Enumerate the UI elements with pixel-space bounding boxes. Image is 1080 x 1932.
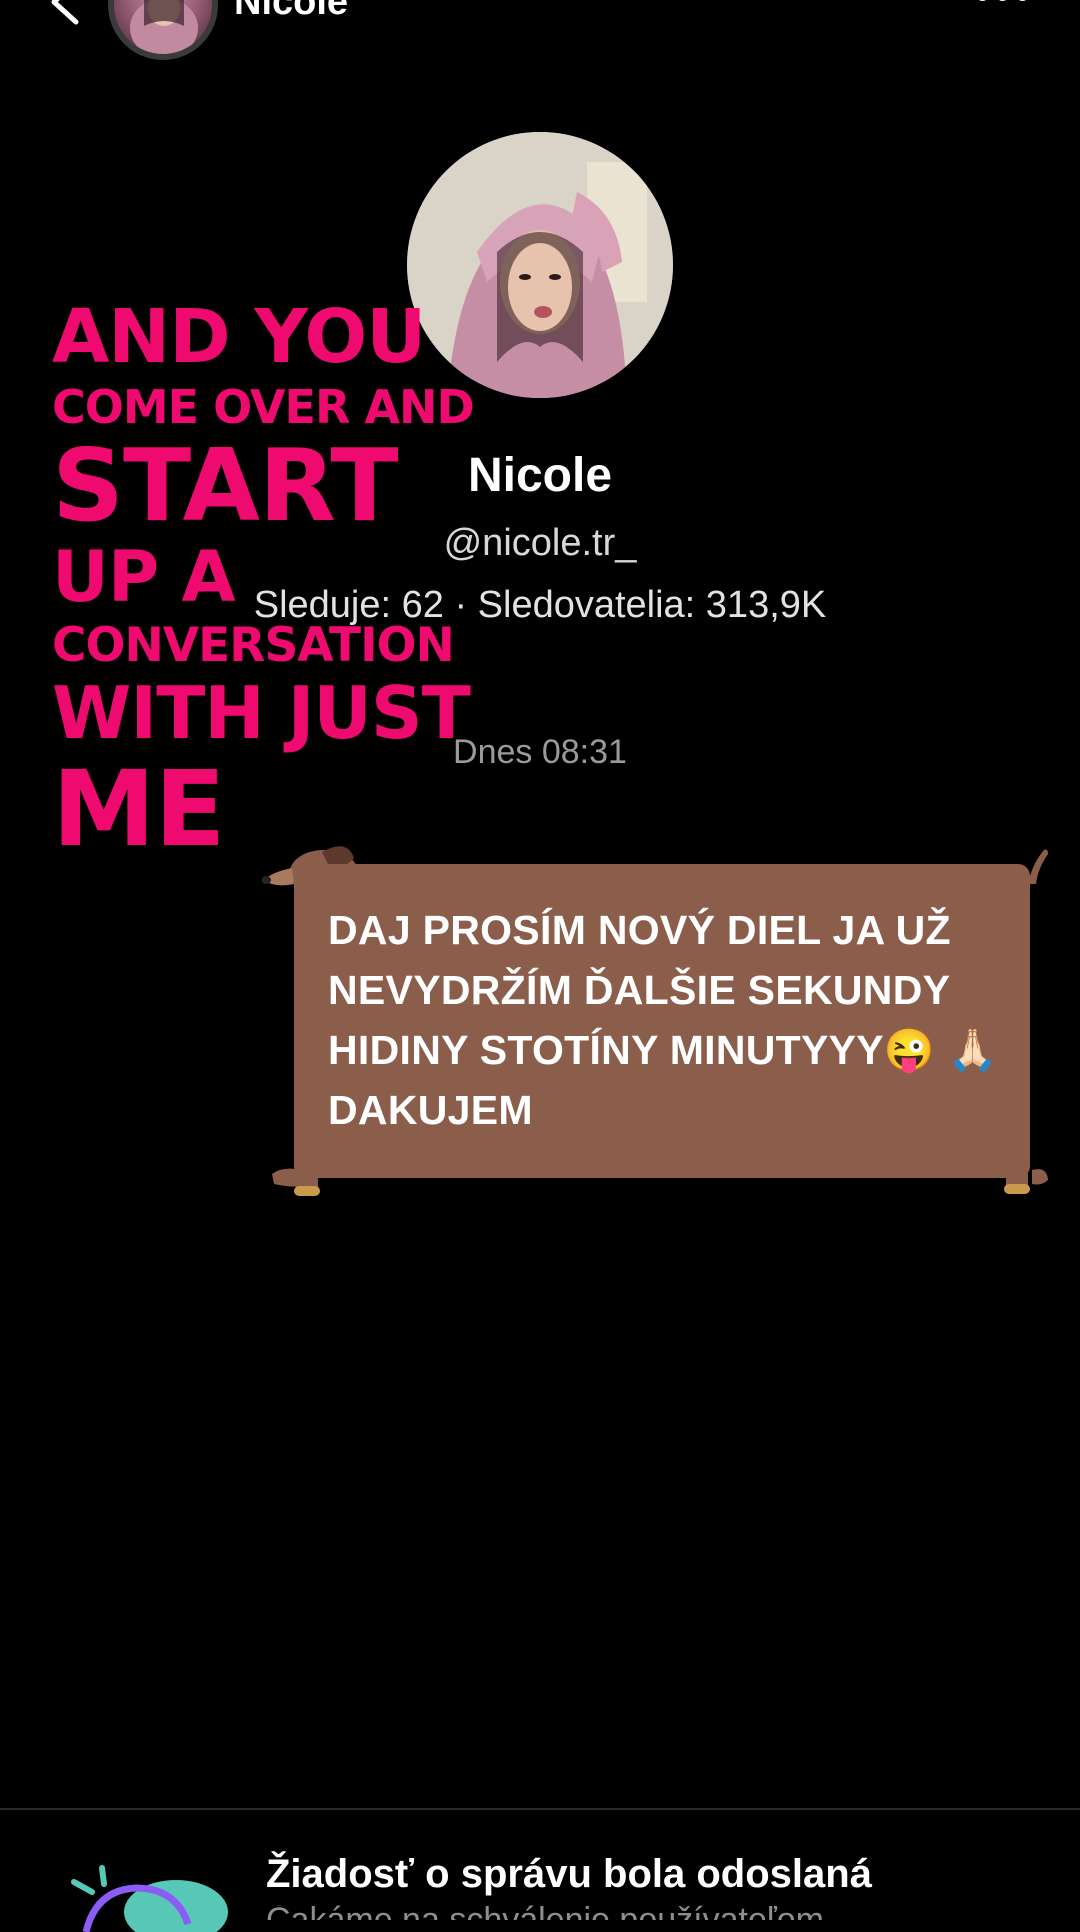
sticker-line: AND YOU [52,294,426,380]
header-title[interactable]: Nicole [234,0,348,22]
more-dot [996,0,1009,1]
request-title: Žiadosť o správu bola odoslaná [266,1852,872,1896]
request-subtitle-wrap: Čakáme na schválenie používateľom [266,1905,966,1920]
message-request-icon [71,1865,228,1932]
chat-header: Nicole [0,0,1080,60]
request-subtitle: Čakáme na schválenie používateľom [266,1905,966,1920]
message-text: DAJ PROSÍM NOVÝ DIEL JA UŽ NEVYDRŽÍM ĎAL… [328,907,999,1133]
more-dot [1016,0,1029,1]
message-bubble-body: DAJ PROSÍM NOVÝ DIEL JA UŽ NEVYDRŽÍM ĎAL… [294,864,1030,1178]
back-button[interactable] [40,0,100,30]
header-avatar[interactable] [108,0,218,60]
message-timestamp: Dnes 08:31 [453,733,627,771]
message-bubble[interactable]: DAJ PROSÍM NOVÝ DIEL JA UŽ NEVYDRŽÍM ĎAL… [262,838,1052,1198]
profile-handle[interactable]: @nicole.tr_ [0,522,1080,565]
profile-stats: Sleduje: 62 · Sledovatelia: 313,9K [253,584,827,626]
profile-name[interactable]: Nicole [0,448,1080,503]
more-dot [976,0,989,1]
sticker-line: CONVERSATION [52,618,455,673]
chevron-left-icon [51,0,79,25]
divider [0,1808,1080,1810]
sticker-overlay: AND YOU COME OVER AND START UP A CONVERS… [52,300,552,861]
more-options-button[interactable] [972,0,1032,8]
dog-feet-icon [272,1168,1048,1196]
sticker-line: COME OVER AND [52,380,475,434]
